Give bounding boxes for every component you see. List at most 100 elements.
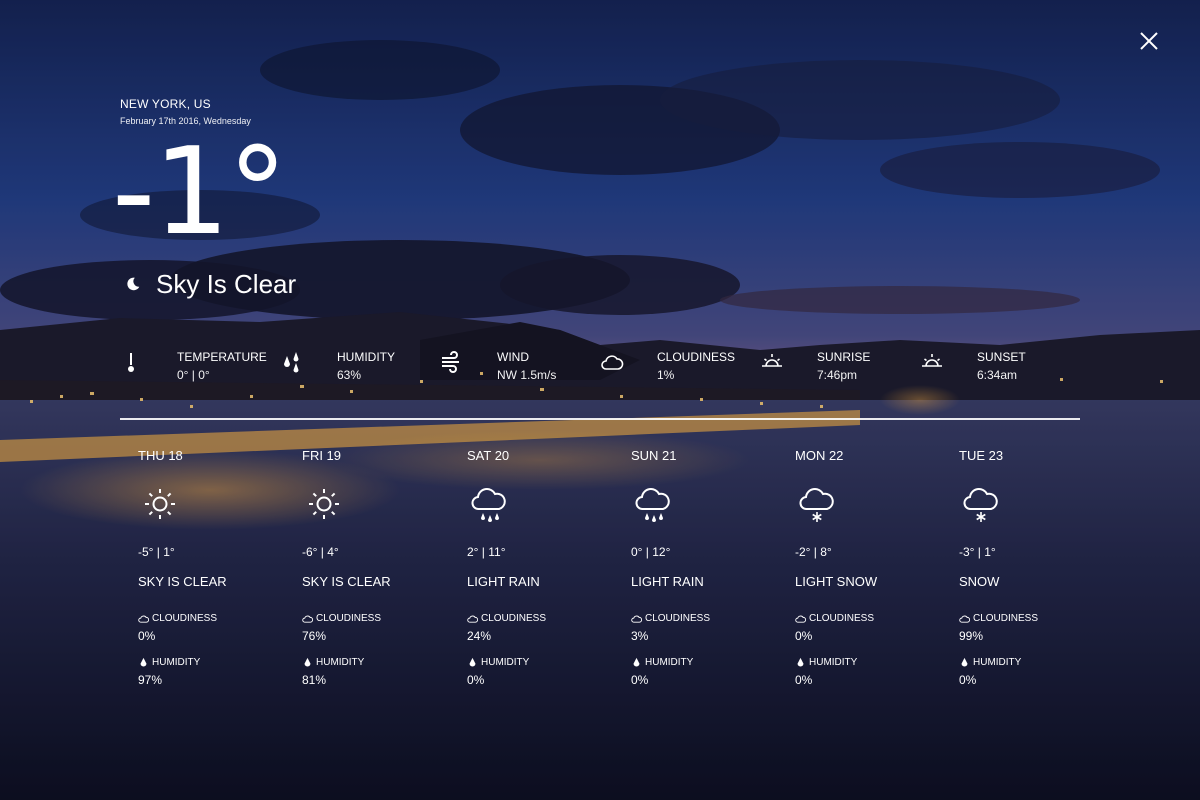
- forecast-condition: LIGHT RAIN: [631, 574, 704, 589]
- forecast-condition: LIGHT SNOW: [795, 574, 878, 589]
- rain-cloud-icon: [635, 488, 670, 522]
- humidity-label-text: HUMIDITY: [973, 657, 1022, 668]
- humidity-label-text: HUMIDITY: [316, 657, 365, 668]
- stat-label: SUNRISE: [817, 350, 871, 364]
- stat-label: CLOUDINESS: [657, 350, 736, 364]
- degree-symbol: °: [227, 123, 288, 262]
- forecast-day: MON 22 -2° | 8° LIGHT SNOW CLOUDINESS 0%…: [795, 446, 955, 696]
- cloudiness-label: CLOUDINESS: [467, 613, 546, 624]
- stat-label: SUNSET: [977, 350, 1026, 364]
- cloud-icon: [467, 615, 478, 623]
- humidity-label-text: HUMIDITY: [481, 657, 530, 668]
- cloudiness-label: CLOUDINESS: [795, 613, 874, 624]
- forecast-day: FRI 19 -6° | 4° SKY IS CLEAR CLOUDINESS …: [302, 446, 462, 696]
- droplet-icon: [633, 657, 640, 667]
- cloudiness-label-text: CLOUDINESS: [152, 613, 218, 624]
- weather-panel: NEW YORK, US February 17th 2016, Wednesd…: [0, 0, 1200, 800]
- forecast-day-name: SAT 20: [467, 448, 510, 463]
- cloudiness-value: 0%: [795, 629, 813, 643]
- forecast-condition: LIGHT RAIN: [467, 574, 540, 589]
- humidity-label-text: HUMIDITY: [809, 657, 858, 668]
- stat-label: WIND: [497, 350, 529, 364]
- stat-value: 63%: [337, 368, 362, 382]
- current-temperature: -1°: [112, 128, 288, 258]
- forecast-day: THU 18 -5° | 1° SKY IS CLEAR CLOUDINESS …: [138, 446, 298, 696]
- humidity-label: HUMIDITY: [138, 657, 200, 668]
- stat-value: 0° | 0°: [177, 368, 210, 382]
- cloudiness-value: 24%: [467, 629, 492, 643]
- cloud-icon: [795, 615, 806, 623]
- stat-value: NW 1.5m/s: [497, 368, 557, 382]
- forecast-temp-range: 2° | 11°: [467, 545, 506, 559]
- forecast-temp-range: 0° | 12°: [631, 545, 671, 559]
- condition-text: Sky Is Clear: [156, 268, 297, 299]
- forecast-temp-range: -2° | 8°: [795, 545, 832, 559]
- forecast-list: THU 18 -5° | 1° SKY IS CLEAR CLOUDINESS …: [138, 446, 1098, 706]
- cloudiness-label: CLOUDINESS: [302, 613, 381, 624]
- snow-cloud-icon: [963, 488, 998, 522]
- humidity-label: HUMIDITY: [467, 657, 529, 668]
- wind-icon: [442, 351, 459, 373]
- temperature-value: -1: [112, 123, 230, 262]
- forecast-temp-range: -5° | 1°: [138, 545, 175, 559]
- cloudiness-label: CLOUDINESS: [138, 613, 217, 624]
- droplet-icon: [140, 657, 147, 667]
- cloudiness-value: 0%: [138, 629, 156, 643]
- close-icon: [1140, 32, 1158, 50]
- cloudiness-label-text: CLOUDINESS: [316, 613, 382, 624]
- humidity-label-text: HUMIDITY: [152, 657, 201, 668]
- humidity-value: 0%: [631, 673, 649, 687]
- humidity-label: HUMIDITY: [959, 657, 1021, 668]
- forecast-day: TUE 23 -3° | 1° SNOW CLOUDINESS 99% HUMI…: [959, 446, 1119, 696]
- cloudiness-label: CLOUDINESS: [959, 613, 1038, 624]
- forecast-temp-range: -3° | 1°: [959, 545, 996, 559]
- stat-value: 1%: [657, 368, 675, 382]
- forecast-condition: SKY IS CLEAR: [138, 574, 227, 589]
- humidity-label: HUMIDITY: [795, 657, 857, 668]
- cloudiness-value: 3%: [631, 629, 649, 643]
- cloudiness-label-text: CLOUDINESS: [481, 613, 547, 624]
- stat-value: 7:46pm: [817, 368, 858, 382]
- droplet-icon: [961, 657, 968, 667]
- forecast-condition: SNOW: [959, 574, 1000, 589]
- humidity-value: 81%: [302, 673, 327, 687]
- droplet-icon: [469, 657, 476, 667]
- sun-icon: [309, 489, 339, 519]
- current-stats: TEMPERATURE 0° | 0° HUMIDITY 63% WIND NW…: [120, 346, 1080, 390]
- forecast-day-name: TUE 23: [959, 448, 1004, 463]
- droplet-icon: [797, 657, 804, 667]
- cloudiness-label: CLOUDINESS: [631, 613, 710, 624]
- stat-label: HUMIDITY: [337, 350, 395, 364]
- forecast-temp-range: -6° | 4°: [302, 545, 339, 559]
- forecast-day-name: THU 18: [138, 448, 183, 463]
- thermometer-icon: [128, 353, 134, 372]
- droplet-icon: [304, 657, 311, 667]
- humidity-label-text: HUMIDITY: [645, 657, 694, 668]
- sunset-icon: [922, 354, 942, 367]
- cloudiness-label-text: CLOUDINESS: [973, 613, 1039, 624]
- humidity-label: HUMIDITY: [631, 657, 693, 668]
- forecast-day-name: MON 22: [795, 448, 844, 463]
- snow-cloud-icon: [799, 488, 834, 522]
- forecast-day: SAT 20 2° | 11° LIGHT RAIN CLOUDINESS 24…: [467, 446, 627, 696]
- humidity-value: 0%: [959, 673, 977, 687]
- cloud-icon: [601, 355, 624, 370]
- humidity-value: 0%: [795, 673, 813, 687]
- cloud-icon: [302, 615, 313, 623]
- cloudiness-value: 99%: [959, 629, 984, 643]
- forecast-day: SUN 21 0° | 12° LIGHT RAIN CLOUDINESS 3%…: [631, 446, 791, 696]
- forecast-day-name: FRI 19: [302, 448, 342, 463]
- sunrise-icon: [762, 354, 782, 367]
- cloud-icon: [631, 615, 642, 623]
- sun-icon: [145, 489, 175, 519]
- humidity-value: 97%: [138, 673, 163, 687]
- cloudiness-label-text: CLOUDINESS: [809, 613, 875, 624]
- close-button[interactable]: [1134, 26, 1164, 56]
- stat-label: TEMPERATURE: [177, 350, 267, 364]
- moon-icon: [127, 277, 140, 291]
- rain-cloud-icon: [471, 488, 506, 522]
- stat-value: 6:34am: [977, 368, 1018, 382]
- location-label: NEW YORK, US: [120, 97, 211, 111]
- cloudiness-value: 76%: [302, 629, 327, 643]
- current-condition: Sky Is Clear: [124, 268, 296, 300]
